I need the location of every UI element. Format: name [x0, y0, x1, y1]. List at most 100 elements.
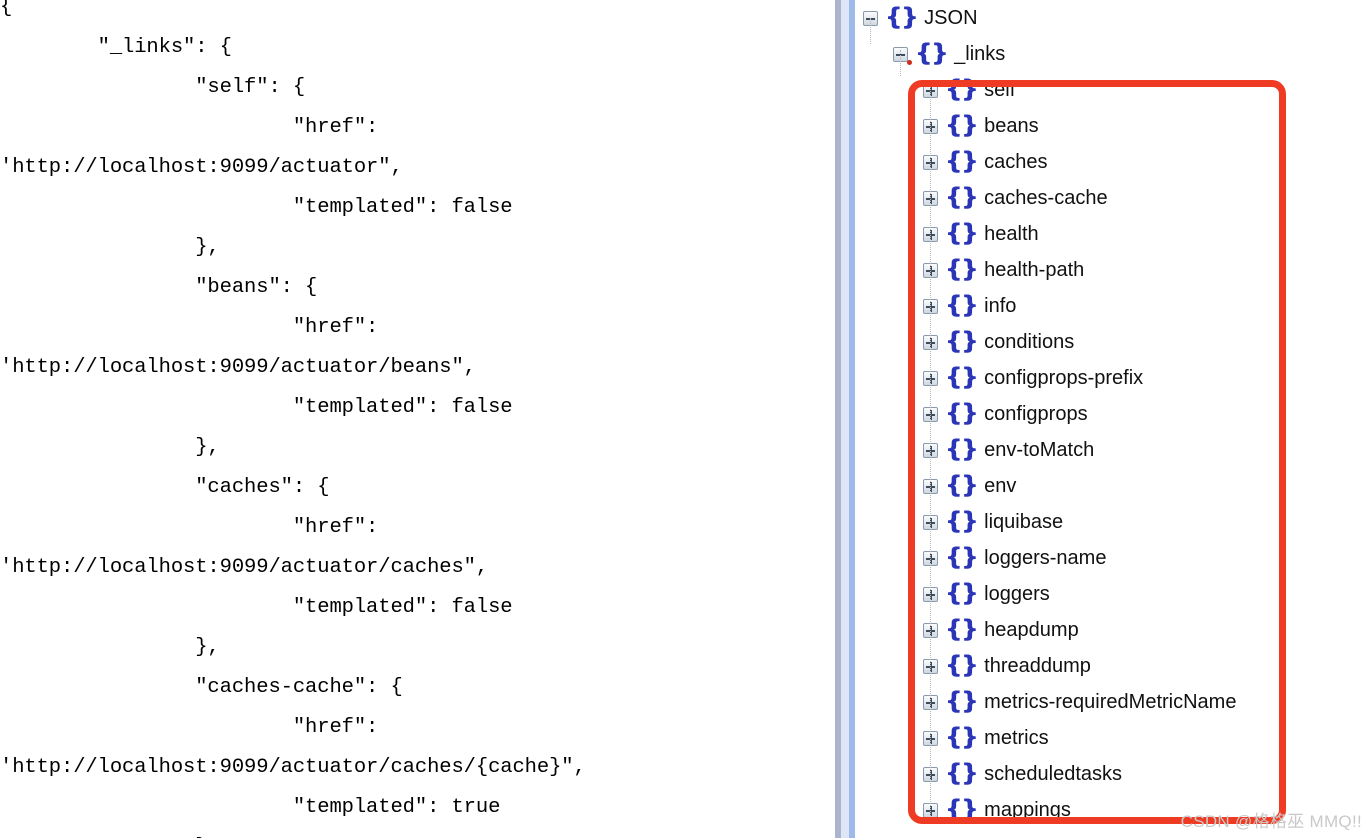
tree-node-health[interactable]: {} health — [855, 216, 1370, 252]
braces-icon: {} — [945, 759, 978, 787]
tree-node-env[interactable]: {} env — [855, 468, 1370, 504]
tree-node-scheduledtasks[interactable]: {} scheduledtasks — [855, 756, 1370, 792]
tree-node-label: loggers-name — [984, 547, 1107, 569]
tree-node-json[interactable]: {} JSON — [855, 0, 1370, 36]
braces-icon: {} — [945, 651, 978, 679]
json-text-line: 'http://localhost:9099/actuator/caches", — [0, 556, 489, 579]
tree-node-label: metrics-requiredMetricName — [984, 691, 1237, 713]
splitter-band-middle — [841, 0, 849, 838]
tree-node-label: mappings — [984, 799, 1071, 821]
tree-node-label: threaddump — [984, 655, 1091, 677]
tree-guide-line — [870, 18, 871, 44]
braces-icon: {} — [945, 255, 978, 283]
tree-node-metrics[interactable]: {} metrics — [855, 720, 1370, 756]
braces-icon: {} — [945, 147, 978, 175]
tree-row-list: {} JSON {} _links {} self {} beans {} caches {} cac… — [855, 0, 1370, 828]
app-root: { "_links": { "self": { "href": 'http://l… — [0, 0, 1370, 838]
json-text-line: { — [0, 0, 13, 19]
raw-json-text-pane[interactable]: { "_links": { "self": { "href": 'http://l… — [0, 0, 835, 838]
json-text-line: }, — [0, 828, 835, 838]
json-text-line: "href": — [0, 316, 379, 339]
braces-icon: {} — [945, 291, 978, 319]
braces-icon: {} — [945, 507, 978, 535]
tree-node-info[interactable]: {} info — [855, 288, 1370, 324]
tree-node-label: env — [984, 475, 1017, 497]
json-text-line: "caches-cache": { — [0, 676, 403, 699]
tree-guide-line — [900, 50, 901, 76]
json-text-line: "templated": false — [0, 596, 513, 619]
tree-node-liquibase[interactable]: {} liquibase — [855, 504, 1370, 540]
tree-node-health-path[interactable]: {} health-path — [855, 252, 1370, 288]
json-text-line: "caches": { — [0, 476, 330, 499]
tree-node-caches[interactable]: {} caches — [855, 144, 1370, 180]
tree-node-label: info — [984, 295, 1017, 317]
tree-node-label: env-toMatch — [984, 439, 1095, 461]
tree-node-label: beans — [984, 115, 1039, 137]
tree-node-self[interactable]: {} self — [855, 72, 1370, 108]
tree-node-label: JSON — [924, 7, 978, 29]
tree-node-label: loggers — [984, 583, 1050, 605]
tree-node-label: _links — [954, 43, 1006, 65]
tree-node-label: health — [984, 223, 1039, 245]
pane-splitter[interactable] — [835, 0, 855, 838]
tree-node-label: configprops — [984, 403, 1088, 425]
tree-node-conditions[interactable]: {} conditions — [855, 324, 1370, 360]
braces-icon: {} — [945, 723, 978, 751]
braces-icon: {} — [945, 795, 978, 823]
tree-node-label: heapdump — [984, 619, 1079, 641]
tree-node--links[interactable]: {} _links — [855, 36, 1370, 72]
json-text-line: 'http://localhost:9099/actuator", — [0, 156, 403, 179]
json-text-line: 'http://localhost:9099/actuator/caches/{… — [0, 756, 586, 779]
json-text-line: }, — [0, 236, 220, 259]
json-text-line: "href": — [0, 116, 379, 139]
tree-node-label: liquibase — [984, 511, 1064, 533]
tree-node-caches-cache[interactable]: {} caches-cache — [855, 180, 1370, 216]
tree-node-heapdump[interactable]: {} heapdump — [855, 612, 1370, 648]
json-text-line: }, — [0, 636, 220, 659]
tree-node-label: health-path — [984, 259, 1085, 281]
json-text-line: 'http://localhost:9099/actuator/beans", — [0, 356, 476, 379]
json-text-line: "beans": { — [0, 276, 318, 299]
tree-node-label: caches — [984, 151, 1048, 173]
braces-icon: {} — [945, 687, 978, 715]
tree-node-loggers[interactable]: {} loggers — [855, 576, 1370, 612]
braces-icon: {} — [945, 435, 978, 463]
json-text-line: "_links": { — [0, 36, 232, 59]
tree-node-label: metrics — [984, 727, 1049, 749]
watermark-text: CSDN @格格巫 MMQ!! — [1180, 812, 1362, 831]
json-text-line: "href": — [0, 716, 379, 739]
tree-node-label: conditions — [984, 331, 1075, 353]
tree-node-loggers-name[interactable]: {} loggers-name — [855, 540, 1370, 576]
tree-node-label: caches-cache — [984, 187, 1108, 209]
braces-icon: {} — [945, 327, 978, 355]
tree-node-metrics-requiredmetricname[interactable]: {} metrics-requiredMetricName — [855, 684, 1370, 720]
braces-icon: {} — [945, 363, 978, 391]
braces-icon: {} — [945, 615, 978, 643]
tree-node-threaddump[interactable]: {} threaddump — [855, 648, 1370, 684]
braces-icon: {} — [945, 543, 978, 571]
json-text-line: "templated": false — [0, 396, 513, 419]
tree-node-configprops[interactable]: {} configprops — [855, 396, 1370, 432]
braces-icon: {} — [945, 183, 978, 211]
tree-node-env-tomatch[interactable]: {} env-toMatch — [855, 432, 1370, 468]
json-text-line: }, — [0, 436, 220, 459]
tree-node-configprops-prefix[interactable]: {} configprops-prefix — [855, 360, 1370, 396]
json-text-line: "href": — [0, 516, 379, 539]
braces-icon: {} — [945, 471, 978, 499]
braces-icon: {} — [885, 3, 918, 31]
json-text-line: "templated": true — [0, 796, 501, 819]
braces-icon: {} — [945, 219, 978, 247]
tree-node-beans[interactable]: {} beans — [855, 108, 1370, 144]
braces-icon: {} — [915, 39, 948, 67]
tree-node-label: configprops-prefix — [984, 367, 1144, 389]
tree-guide-line — [930, 82, 931, 822]
json-text-line: "self": { — [0, 76, 306, 99]
braces-icon: {} — [945, 579, 978, 607]
tree-node-label: scheduledtasks — [984, 763, 1123, 785]
raw-json-code-block[interactable]: { "_links": { "self": { "href": 'http://l… — [0, 0, 835, 838]
braces-icon: {} — [945, 111, 978, 139]
braces-icon: {} — [945, 399, 978, 427]
json-text-line: "templated": false — [0, 196, 513, 219]
json-tree-pane[interactable]: {} JSON {} _links {} self {} beans {} caches {} cac… — [855, 0, 1370, 838]
tree-node-label: self — [984, 79, 1016, 101]
